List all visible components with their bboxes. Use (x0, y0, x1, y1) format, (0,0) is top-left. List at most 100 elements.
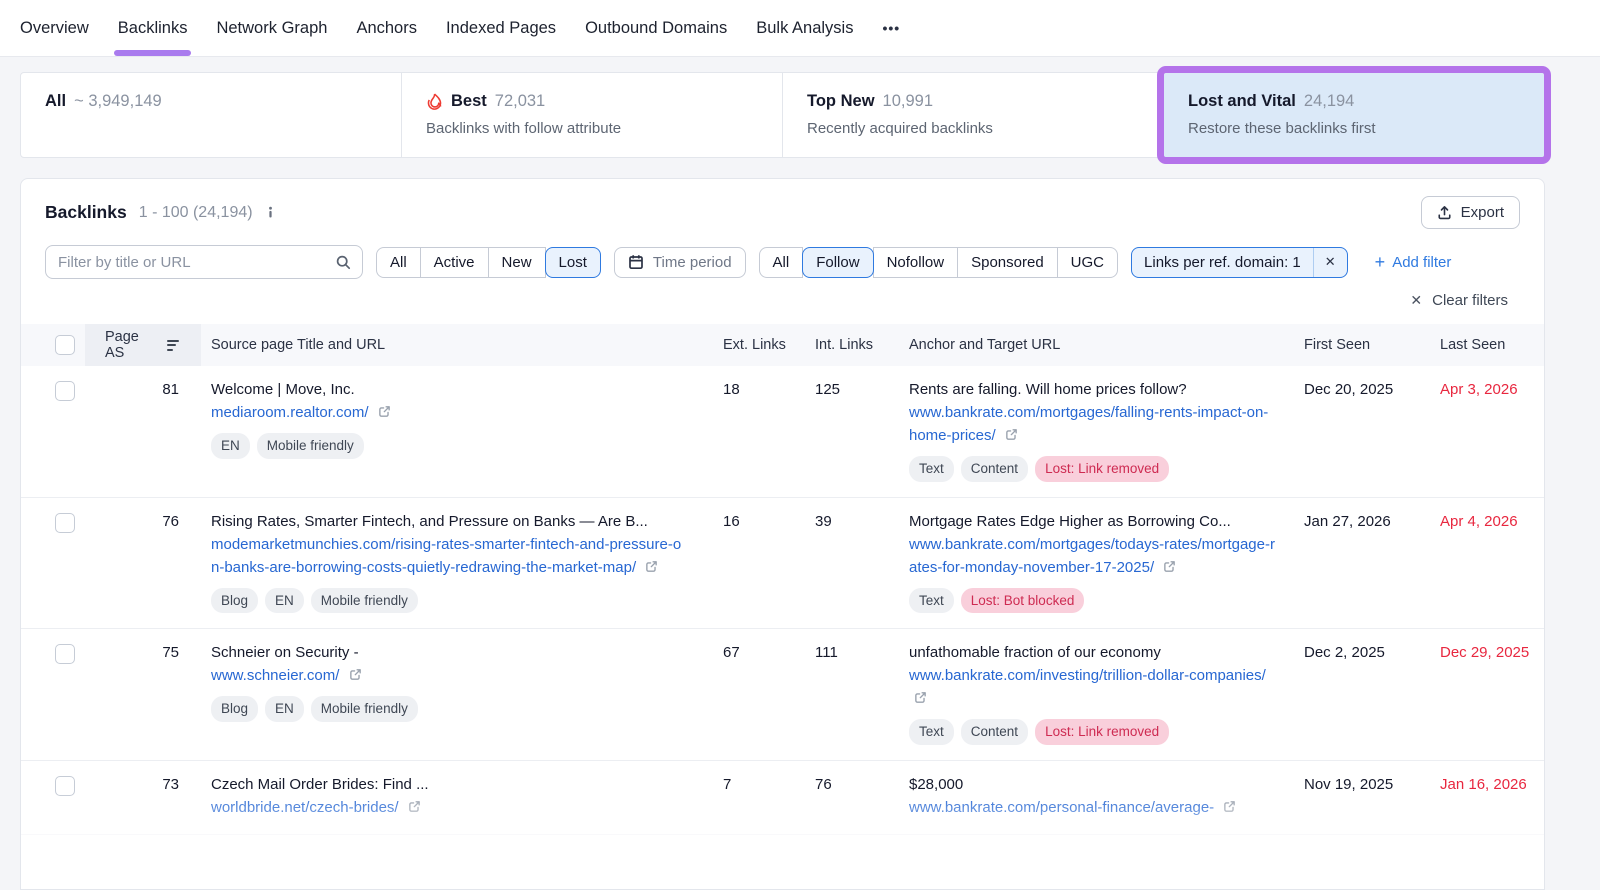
row-checkbox-cell (21, 379, 85, 482)
status-option-all[interactable]: All (376, 246, 421, 278)
add-filter-button[interactable]: + Add filter (1375, 253, 1452, 271)
source-cell: Welcome | Move, Inc. mediaroom.realtor.co… (201, 379, 711, 482)
nav-tab-anchors[interactable]: Anchors (356, 0, 417, 56)
result-range: 1 - 100 (24,194) (138, 203, 253, 221)
nav-tab-outbound-domains[interactable]: Outbound Domains (585, 0, 727, 56)
clear-filters-button[interactable]: ✕ Clear filters (21, 279, 1544, 320)
badge-en: EN (265, 587, 304, 613)
badge-text: Text (909, 456, 954, 482)
follow-option-sponsored[interactable]: Sponsored (957, 246, 1058, 278)
url-link[interactable]: mediaroom.realtor.com/ (211, 401, 687, 424)
url-link[interactable]: www.bankrate.com/personal-finance/averag… (909, 796, 1276, 819)
ext-links-value: 7 (723, 775, 732, 793)
panel-header: Backlinks 1 - 100 (24,194) Export (21, 179, 1544, 235)
flame-icon (426, 92, 443, 111)
url-link[interactable]: www.bankrate.com/mortgages/todays-rates/… (909, 533, 1276, 579)
status-option-active[interactable]: Active (419, 246, 489, 278)
nav-tab-network-graph[interactable]: Network Graph (216, 0, 327, 56)
calendar-icon (628, 254, 644, 270)
ext-links-value: 18 (723, 381, 740, 398)
badge-text: Text (909, 587, 954, 613)
anchor-cell: Mortgage Rates Edge Higher as Borrowing … (895, 511, 1290, 613)
follow-option-follow[interactable]: Follow (802, 246, 874, 278)
row-checkbox-cell (21, 774, 85, 819)
badge-content: Content (960, 719, 1029, 745)
external-link-icon[interactable] (408, 800, 421, 813)
card-title: Lost and Vital (1188, 92, 1296, 110)
first-seen-value: Jan 27, 2026 (1304, 512, 1391, 530)
info-icon[interactable] (263, 205, 278, 220)
badge-en: EN (211, 433, 250, 459)
external-link-icon[interactable] (1163, 560, 1176, 573)
search-input[interactable] (58, 253, 335, 271)
card-title: Top New (807, 92, 875, 110)
card-subtitle: Restore these backlinks first (1188, 120, 1376, 137)
row-checkbox[interactable] (55, 381, 75, 401)
row-checkbox[interactable] (55, 775, 75, 796)
time-period-label: Time period (652, 253, 732, 271)
backlinks-panel: Backlinks 1 - 100 (24,194) Export AllAct… (20, 178, 1545, 890)
row-checkbox[interactable] (55, 512, 75, 533)
nav-tabs: Overview Backlinks Network Graph Anchors Ind… (20, 0, 853, 56)
external-link-icon[interactable] (378, 405, 391, 418)
select-all-checkbox[interactable] (55, 335, 75, 355)
summary-card-top-new[interactable]: Top New 10,991 Recently acquired backlinks (783, 73, 1164, 157)
source-cell: Czech Mail Order Brides: Find ... worldbr… (201, 774, 711, 819)
filter-chip-links-per-domain: Links per ref. domain: 1 ✕ (1131, 246, 1348, 278)
column-header-page-as[interactable]: Page AS (85, 324, 201, 366)
title-url-filter[interactable] (45, 245, 363, 279)
summary-cards: All ~ 3,949,149 Best 72,031 Backlinks with f… (20, 66, 1551, 164)
badge-mobile-friendly: Mobile friendly (310, 696, 418, 722)
filter-bar: AllActiveNewLost Time period AllFollowNo… (21, 235, 1544, 279)
source-title: Rising Rates, Smarter Fintech, and Press… (211, 512, 648, 530)
external-link-icon[interactable] (1223, 800, 1236, 813)
status-option-lost[interactable]: Lost (544, 246, 601, 278)
remove-chip-icon[interactable]: ✕ (1312, 247, 1347, 277)
plus-icon: + (1374, 252, 1386, 272)
card-title-row: Best 72,031 (426, 92, 758, 111)
summary-card-best[interactable]: Best 72,031 Backlinks with follow attribut… (402, 73, 783, 157)
table-row: 76 Rising Rates, Smarter Fintech, and Pre… (21, 498, 1544, 629)
table-row: 73 Czech Mail Order Brides: Find ... world… (21, 761, 1544, 835)
export-button[interactable]: Export (1420, 196, 1520, 229)
summary-card-lost-and-vital[interactable]: Lost and Vital 24,194 Restore these backli… (1157, 66, 1551, 164)
card-subtitle: Recently acquired backlinks (807, 120, 993, 137)
nav-tab-indexed-pages[interactable]: Indexed Pages (446, 0, 556, 56)
follow-filter-group: All Follow Nofollow Sponsored UGC (758, 246, 1119, 278)
url-link[interactable]: worldbride.net/czech-brides/ (211, 796, 687, 819)
external-link-icon[interactable] (645, 560, 658, 573)
badge-en: EN (265, 696, 304, 722)
lost-status-badge: Lost: Link removed (1035, 456, 1170, 482)
url-link[interactable]: www.schneier.com/ (211, 664, 687, 687)
follow-option-ugc[interactable]: UGC (1056, 246, 1119, 278)
external-link-icon[interactable] (914, 691, 927, 704)
lost-status-badge: Lost: Link removed (1035, 719, 1170, 745)
url-link[interactable]: www.bankrate.com/investing/trillion-doll… (909, 664, 1276, 710)
source-cell: Rising Rates, Smarter Fintech, and Press… (201, 511, 711, 613)
first-seen-value: Dec 20, 2025 (1304, 381, 1394, 398)
int-links-value: 39 (815, 512, 832, 530)
status-option-new[interactable]: New (487, 246, 546, 278)
summary-card-all[interactable]: All ~ 3,949,149 (21, 73, 402, 157)
last-seen-value: Apr 4, 2026 (1440, 512, 1518, 530)
top-navigation: Overview Backlinks Network Graph Anchors Ind… (0, 0, 1600, 57)
external-link-icon[interactable] (1005, 428, 1018, 441)
card-value: 10,991 (882, 92, 933, 110)
row-checkbox[interactable] (55, 644, 75, 664)
follow-option-all[interactable]: All (758, 246, 804, 278)
search-icon[interactable] (335, 254, 352, 271)
nav-tab-bulk-analysis[interactable]: Bulk Analysis (756, 0, 853, 56)
time-period-button[interactable]: Time period (613, 246, 746, 278)
more-tabs-button[interactable]: ••• (882, 0, 900, 56)
nav-tab-overview[interactable]: Overview (20, 0, 89, 56)
nav-tab-backlinks[interactable]: Backlinks (113, 0, 192, 56)
external-link-icon[interactable] (349, 668, 362, 681)
card-title: All (45, 92, 67, 110)
url-link[interactable]: modemarketmunchies.com/rising-rates-smar… (211, 533, 687, 579)
clear-filters-icon: ✕ (1410, 292, 1423, 308)
last-seen-value: Apr 3, 2026 (1440, 381, 1518, 398)
url-link[interactable]: www.bankrate.com/mortgages/falling-rents… (909, 401, 1276, 447)
badge-text: Text (909, 719, 954, 745)
follow-option-nofollow[interactable]: Nofollow (872, 246, 959, 278)
last-seen-value: Dec 29, 2025 (1440, 644, 1530, 661)
